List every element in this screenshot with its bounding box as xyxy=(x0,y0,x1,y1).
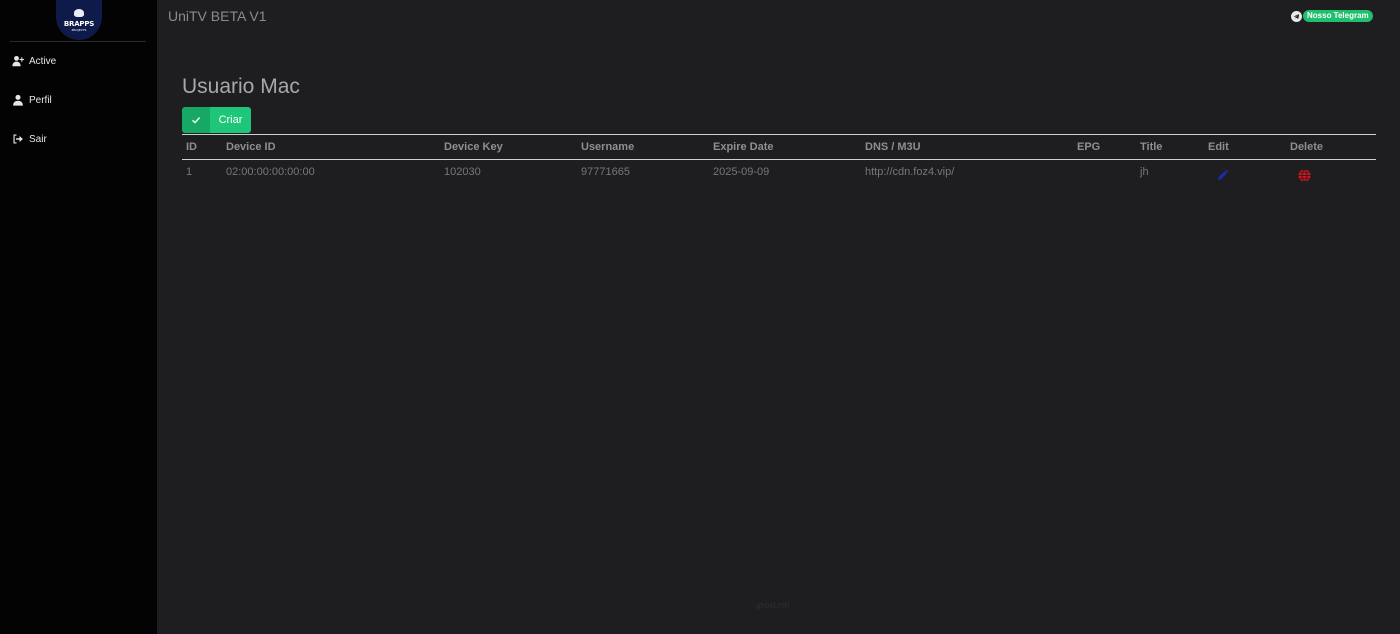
table-header-row: ID Device ID Device Key Username Expire … xyxy=(182,135,1376,159)
sidebar-divider xyxy=(10,41,146,42)
column-header-device-id: Device ID xyxy=(226,141,276,153)
sign-out-icon xyxy=(13,134,23,144)
sidebar-item-perfil[interactable]: Perfil xyxy=(12,94,52,106)
column-header-dns: DNS / M3U xyxy=(865,141,921,153)
sidebar-item-active[interactable]: Active xyxy=(12,55,56,67)
create-button[interactable]: Criar xyxy=(182,107,251,133)
column-header-expire-date: Expire Date xyxy=(713,141,774,153)
sidebar-item-sair[interactable]: Sair xyxy=(12,133,47,145)
cell-expire-date: 2025-09-09 xyxy=(713,166,770,178)
telegram-link[interactable]: Nosso Telegram xyxy=(1291,10,1373,22)
mascot-icon xyxy=(72,8,86,19)
brapps-logo[interactable]: BRAPPS PROJECTS xyxy=(56,0,102,40)
column-header-epg: EPG xyxy=(1077,141,1101,153)
column-header-title: Title xyxy=(1140,141,1163,153)
check-icon xyxy=(182,107,210,133)
column-header-device-key: Device Key xyxy=(444,141,503,153)
sidebar-item-label: Sair xyxy=(29,133,47,145)
cell-title: jh xyxy=(1140,166,1149,178)
footer-credit: ghost.mh xyxy=(756,601,789,610)
sidebar-item-label: Perfil xyxy=(29,94,52,106)
globe-delete-icon[interactable] xyxy=(1298,169,1311,182)
logo-subtext: PROJECTS xyxy=(71,27,87,32)
edit-icon[interactable] xyxy=(1217,169,1229,181)
cell-id: 1 xyxy=(186,166,193,178)
column-header-id: ID xyxy=(186,141,197,153)
column-header-edit: Edit xyxy=(1208,141,1229,153)
user-icon xyxy=(13,94,23,106)
table-row: 1 02:00:00:00:00:00 102030 97771665 2025… xyxy=(182,160,1376,184)
cell-device-id: 02:00:00:00:00:00 xyxy=(226,166,315,178)
telegram-icon xyxy=(1291,10,1302,22)
column-header-delete: Delete xyxy=(1290,141,1324,153)
page-title: Usuario Mac xyxy=(182,75,300,98)
column-header-username: Username xyxy=(581,141,635,153)
users-table: ID Device ID Device Key Username Expire … xyxy=(182,134,1376,184)
cell-dns: http://cdn.foz4.vip/ xyxy=(865,166,955,178)
sidebar-item-label: Active xyxy=(29,55,57,67)
create-button-label: Criar xyxy=(210,107,251,133)
app-title: UniTV BETA V1 xyxy=(168,8,267,24)
cell-device-key: 102030 xyxy=(444,166,481,178)
cell-username: 97771665 xyxy=(581,166,630,178)
telegram-badge[interactable]: Nosso Telegram xyxy=(1303,10,1373,22)
user-plus-icon xyxy=(12,55,24,67)
sidebar: BRAPPS PROJECTS Active Perfil Sair xyxy=(0,0,157,634)
logo-text: BRAPPS xyxy=(63,19,95,28)
